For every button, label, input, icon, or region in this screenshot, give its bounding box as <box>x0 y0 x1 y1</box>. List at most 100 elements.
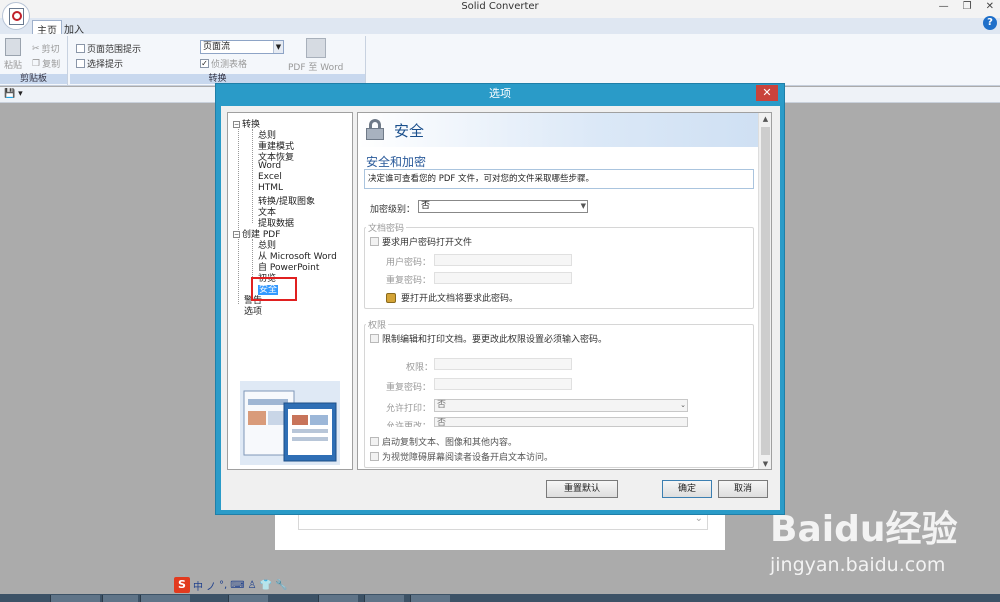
allow-change-label: 允许更改： <box>386 422 432 427</box>
require-password-label: 要求用户密码打开文件 <box>382 238 473 248</box>
app-logo-icon <box>12 11 22 21</box>
encrypt-level-value: 否 <box>421 201 431 211</box>
window-controls: — ❐ ✕ <box>939 1 994 12</box>
encrypt-level-select[interactable]: 否 ▼ <box>418 200 588 213</box>
tree-item-html[interactable]: HTML <box>258 183 283 193</box>
save-icon[interactable]: 💾 ▾ <box>4 89 23 99</box>
tree-item-excel[interactable]: Excel <box>258 172 282 182</box>
options-tree: − 转换 总则 重建模式 文本恢复 Word Excel HTML 转换/提取图象… <box>227 112 353 470</box>
allow-change-value: 否 <box>437 418 447 427</box>
copy-label: 复制 <box>42 60 61 70</box>
ribbon: 粘贴 ✂剪切 ❐复制 剪贴板 页面范围提示 选择提示 页面流 ▼ 侦测表格 PD… <box>0 34 1000 86</box>
taskbar-item[interactable] <box>102 595 138 602</box>
checkbox-icon <box>370 452 379 461</box>
taskbar-item[interactable] <box>410 595 450 602</box>
tab-home[interactable]: 主页 <box>32 20 62 37</box>
reset-defaults-button[interactable]: 重置默认 <box>546 480 618 498</box>
security-highlight-box <box>251 277 297 301</box>
security-panel: 安全 安全和加密 决定谁可查看您的 PDF 文件，可对您的文件采取哪些步骤。 加… <box>357 112 772 470</box>
repeat-password-input[interactable] <box>434 272 572 284</box>
enable-access-label: 为视觉障碍屏幕阅读者设备开启文本访问。 <box>382 453 554 463</box>
page-range-label: 页面范围提示 <box>87 45 142 55</box>
chevron-down-icon: ▼ <box>580 202 586 210</box>
minimize-button[interactable]: — <box>939 1 949 12</box>
user-password-input[interactable] <box>434 254 572 266</box>
keyboard-icon[interactable]: ⌨ <box>230 580 244 591</box>
skin-icon[interactable]: 👕 <box>260 580 272 591</box>
cancel-button[interactable]: 取消 <box>718 480 768 498</box>
repeat-password2-input[interactable] <box>434 378 572 390</box>
collapse-icon: − <box>233 121 240 128</box>
app-menu-button[interactable] <box>2 2 30 30</box>
permissions-group-title: 权限 <box>366 318 389 331</box>
allow-print-label: 允许打印： <box>386 404 432 414</box>
input-mode-toggle[interactable]: 中 <box>193 578 203 593</box>
scroll-up-icon[interactable]: ▲ <box>759 113 771 126</box>
allow-change-select[interactable]: 否 <box>434 417 688 427</box>
mode-value: 页面流 <box>203 42 231 52</box>
select-prompt-checkbox[interactable]: 选择提示 <box>76 57 123 70</box>
detect-tables-label: 侦测表格 <box>211 60 248 70</box>
scroll-thumb[interactable] <box>761 127 770 455</box>
allow-print-select[interactable]: 否 ⌄ <box>434 399 688 412</box>
taskbar-item[interactable] <box>140 595 190 602</box>
taskbar-item[interactable] <box>50 595 100 602</box>
repeat-password2-label: 重复密码： <box>386 383 432 393</box>
taskbar-item[interactable] <box>364 595 404 602</box>
sogou-logo-icon[interactable]: S <box>174 577 190 593</box>
scroll-down-icon[interactable]: ▼ <box>759 458 771 469</box>
checkbox-icon <box>370 334 379 343</box>
tool-icon[interactable]: 🔧 <box>275 580 287 591</box>
word-convert-icon <box>305 38 326 58</box>
help-icon[interactable]: ? <box>983 16 997 30</box>
page-range-checkbox[interactable]: 页面范围提示 <box>76 42 141 55</box>
encrypt-level-label: 加密级别： <box>370 205 416 215</box>
panel-header: 安全 <box>358 113 758 147</box>
restrict-permissions-label: 限制编辑和打印文档。要更改此权限设置必须输入密码。 <box>382 335 608 345</box>
checkbox-icon <box>76 59 85 68</box>
detect-tables-checkbox[interactable]: 侦测表格 <box>200 57 247 70</box>
taskbar <box>0 594 1000 602</box>
enable-access-checkbox[interactable]: 为视觉障碍屏幕阅读者设备开启文本访问。 <box>370 450 553 463</box>
key-icon <box>386 292 396 303</box>
punctuation-icon[interactable]: °, <box>219 580 227 591</box>
checkbox-icon <box>370 437 379 446</box>
panel-scrollbar[interactable]: ▲ ▼ <box>758 113 771 469</box>
copy-button[interactable]: ❐ 复制 <box>32 57 61 71</box>
section-title: 安全和加密 <box>366 155 427 169</box>
ime-toolbar: S 中 ノ °, ⌨ ♙ 👕 🔧 <box>174 577 288 593</box>
chevron-down-icon: ⌄ <box>680 401 686 409</box>
restore-button[interactable]: ❐ <box>963 1 972 12</box>
require-password-checkbox[interactable]: 要求用户密码打开文件 <box>370 235 472 248</box>
mode-combo[interactable]: 页面流 ▼ <box>200 40 284 54</box>
tree-item-options[interactable]: 选项 <box>244 304 262 317</box>
user-password-label: 用户密码： <box>386 258 432 268</box>
pdf-to-word-button[interactable]: PDF 至 Word <box>288 38 343 73</box>
cut-button[interactable]: ✂ 剪切 <box>32 42 60 56</box>
moon-icon[interactable]: ノ <box>206 578 216 593</box>
clipboard-group-label: 剪贴板 <box>0 74 67 84</box>
checkbox-icon <box>370 237 379 246</box>
taskbar-item[interactable] <box>318 595 358 602</box>
window-title: Solid Converter <box>461 1 539 12</box>
enable-copy-checkbox[interactable]: 启动复制文本、图像和其他内容。 <box>370 435 517 448</box>
chevron-down-icon: ▼ <box>273 41 283 53</box>
user-icon[interactable]: ♙ <box>248 580 257 591</box>
baidu-watermark: Baidu经验 jingyan.baidu.com <box>764 490 957 590</box>
dialog-close-button[interactable]: ✕ <box>756 85 778 101</box>
tree-item-word[interactable]: Word <box>258 161 281 171</box>
select-prompt-label: 选择提示 <box>87 60 124 70</box>
checkbox-icon <box>76 44 85 53</box>
repeat-password-label: 重复密码： <box>386 276 432 286</box>
close-window-button[interactable]: ✕ <box>986 1 994 12</box>
open-password-note: 要打开此文档将要求此密码。 <box>386 291 518 304</box>
tree-item-convert[interactable]: − 转换 <box>233 117 260 130</box>
paste-button[interactable]: 粘贴 <box>4 38 22 71</box>
restrict-permissions-checkbox[interactable]: 限制编辑和打印文档。要更改此权限设置必须输入密码。 <box>370 332 607 345</box>
lock-icon <box>366 119 384 140</box>
taskbar-item[interactable] <box>228 595 268 602</box>
tab-addin[interactable]: 加入 <box>60 20 88 36</box>
watermark-url: jingyan.baidu.com <box>770 554 946 576</box>
ok-button[interactable]: 确定 <box>662 480 712 498</box>
permission-password-input[interactable] <box>434 358 572 370</box>
